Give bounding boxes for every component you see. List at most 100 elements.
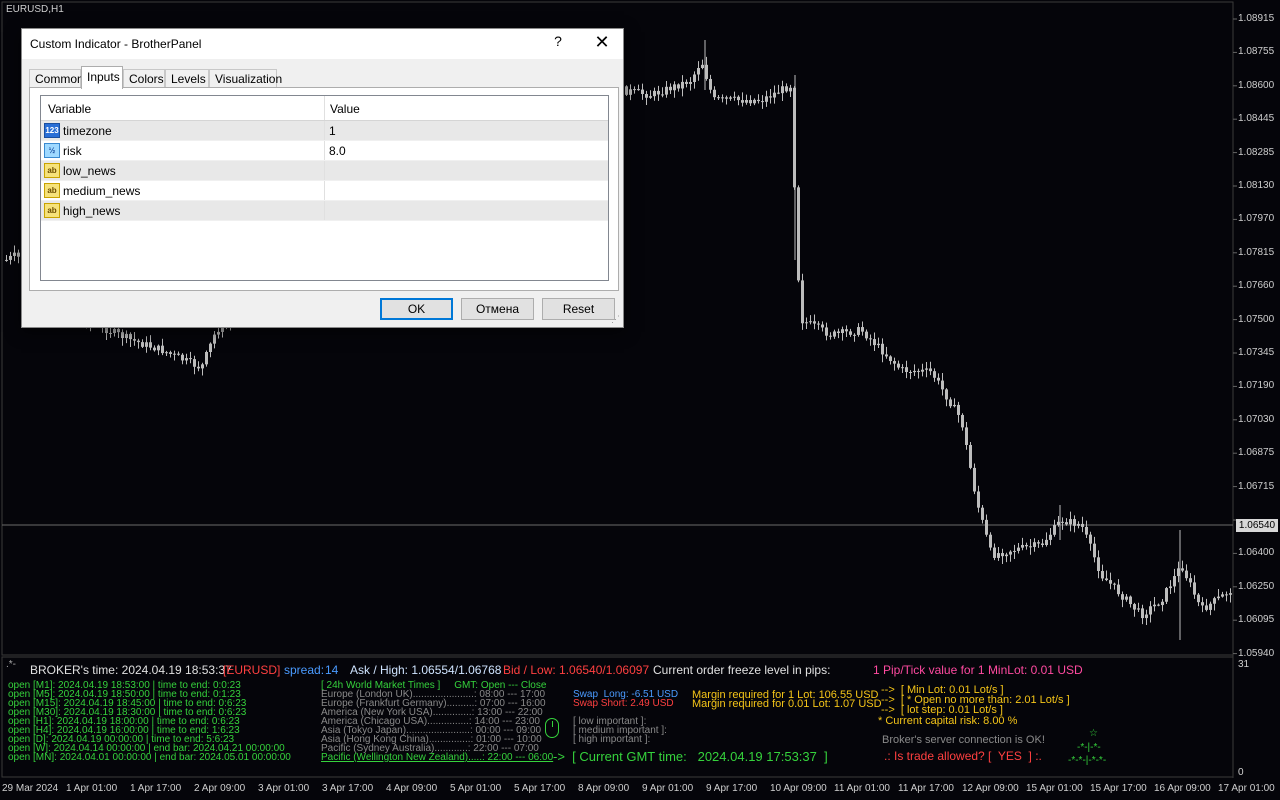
input-name: ab low_news [41, 161, 325, 180]
candle-body [1117, 584, 1120, 595]
time-tick-label: 3 Apr 17:00 [322, 783, 374, 794]
candle-body [717, 97, 720, 99]
candle-body [869, 338, 872, 340]
time-tick-label: 9 Apr 01:00 [642, 783, 694, 794]
candle-body [1081, 523, 1084, 527]
tree-star-icon: ☆ [1089, 728, 1098, 739]
candle-body [689, 82, 692, 84]
price-tick-label: 1.07190 [1238, 380, 1275, 392]
resize-grip-icon[interactable]: ⋰ [611, 315, 621, 325]
input-value[interactable] [325, 181, 608, 200]
candle-body [977, 491, 980, 508]
candle-body [17, 252, 20, 257]
integer-type-icon: 123 [44, 123, 60, 138]
candle-body [1001, 553, 1004, 557]
candle-body [685, 81, 688, 84]
candle-body [921, 369, 924, 372]
column-value[interactable]: Value [325, 96, 608, 120]
symbol-badge: [EURUSD] [223, 663, 281, 677]
broker-time: BROKER's time: 2024.04.19 18:53:37 [30, 663, 232, 677]
candle-body [1181, 568, 1184, 571]
candle-body [181, 354, 184, 361]
candle-body [817, 323, 820, 325]
price-tick-label: 1.06095 [1238, 614, 1275, 626]
candle-body [841, 329, 844, 334]
candle-body [853, 334, 856, 336]
candle-body [973, 467, 976, 492]
price-tick-label: 1.08600 [1238, 79, 1275, 91]
input-value[interactable] [325, 201, 608, 220]
dialog-titlebar[interactable]: Custom Indicator - BrotherPanel ? ✕ [22, 29, 623, 59]
candle-body [821, 324, 824, 328]
input-row-medium-news[interactable]: ab medium_news [41, 181, 608, 201]
candle-body [873, 339, 876, 346]
reset-button[interactable]: Reset [542, 298, 615, 320]
grid-header: Variable Value [41, 96, 608, 121]
candle-body [157, 345, 160, 351]
input-value[interactable]: 8.0 [325, 141, 608, 160]
input-row-high-news[interactable]: ab high_news [41, 201, 608, 221]
candle-body [1041, 543, 1044, 545]
ask-high: Ask / High: 1.06554/1.06768 [350, 663, 502, 677]
time-tick-label: 12 Apr 09:00 [962, 783, 1019, 794]
candle-body [757, 99, 760, 102]
tab-levels[interactable]: Levels [165, 69, 209, 88]
price-tick-label: 1.07970 [1238, 213, 1275, 225]
help-icon[interactable]: ? [550, 33, 566, 49]
candle-body [141, 342, 144, 347]
candle-body [1173, 576, 1176, 587]
news-row: [ high important ]: [573, 734, 651, 745]
candle-body [993, 547, 996, 558]
tab-inputs[interactable]: Inputs [81, 66, 123, 89]
cancel-button[interactable]: Отмена [461, 298, 534, 320]
input-value[interactable]: 1 [325, 121, 608, 140]
input-row-low-news[interactable]: ab low_news [41, 161, 608, 181]
price-tick-label: 1.08915 [1238, 13, 1275, 24]
input-row-timezone[interactable]: 123 timezone 1 [41, 121, 608, 141]
time-tick-label: 1 Apr 17:00 [130, 783, 182, 794]
server-status: Broker's server connection is OK! [882, 734, 1045, 746]
candle-body [1197, 594, 1200, 603]
candle-body [1129, 596, 1132, 605]
candle-body [1125, 596, 1128, 600]
candle-body [761, 101, 764, 103]
candle-body [1085, 526, 1088, 535]
tab-colors[interactable]: Colors [123, 69, 165, 88]
candle-body [905, 367, 908, 373]
candle-body [665, 86, 668, 95]
input-value[interactable] [325, 161, 608, 180]
candle-body [1153, 604, 1156, 607]
candle-body [1229, 593, 1232, 595]
panel-menu-icon[interactable]: .*- [6, 659, 16, 670]
time-tick-label: 17 Apr 01:00 [1218, 783, 1275, 794]
ok-button[interactable]: OK [380, 298, 453, 320]
price-tick-label: 1.07030 [1238, 413, 1275, 425]
news-list: [ low important ]:[ medium important ]:[… [573, 717, 667, 745]
timeframe-list: open [M1]: 2024.04.19 18:53:00 | time to… [8, 681, 291, 763]
candle-body [1101, 570, 1104, 579]
candle-body [1045, 539, 1048, 545]
mouse-icon [545, 718, 559, 738]
candle-body [1109, 580, 1112, 584]
close-icon[interactable]: ✕ [592, 32, 612, 53]
candle-body [109, 332, 112, 334]
candle-body [637, 89, 640, 91]
candle-body [697, 68, 700, 75]
string-type-icon: ab [44, 163, 60, 178]
tab-common[interactable]: Common [29, 69, 84, 88]
market-times-list: Europe (London UK)......................… [321, 690, 553, 763]
candle-body [1121, 594, 1124, 600]
input-row-risk[interactable]: ½ risk 8.0 [41, 141, 608, 161]
tab-visualization[interactable]: Visualization [209, 69, 282, 88]
price-tick-label: 1.08445 [1238, 113, 1275, 125]
column-variable[interactable]: Variable [41, 96, 325, 120]
candle-body [829, 335, 832, 337]
candle-body [1209, 603, 1212, 610]
tree-bottom: -*-*-|-*-*- [1068, 755, 1107, 766]
candle-body [805, 322, 808, 324]
input-name-text: low_news [63, 164, 116, 178]
time-tick-label: 15 Apr 01:00 [1026, 783, 1083, 794]
time-tick-label: 11 Apr 17:00 [898, 783, 954, 794]
candle-body [5, 259, 8, 261]
dialog-title: Custom Indicator - BrotherPanel [30, 37, 202, 51]
